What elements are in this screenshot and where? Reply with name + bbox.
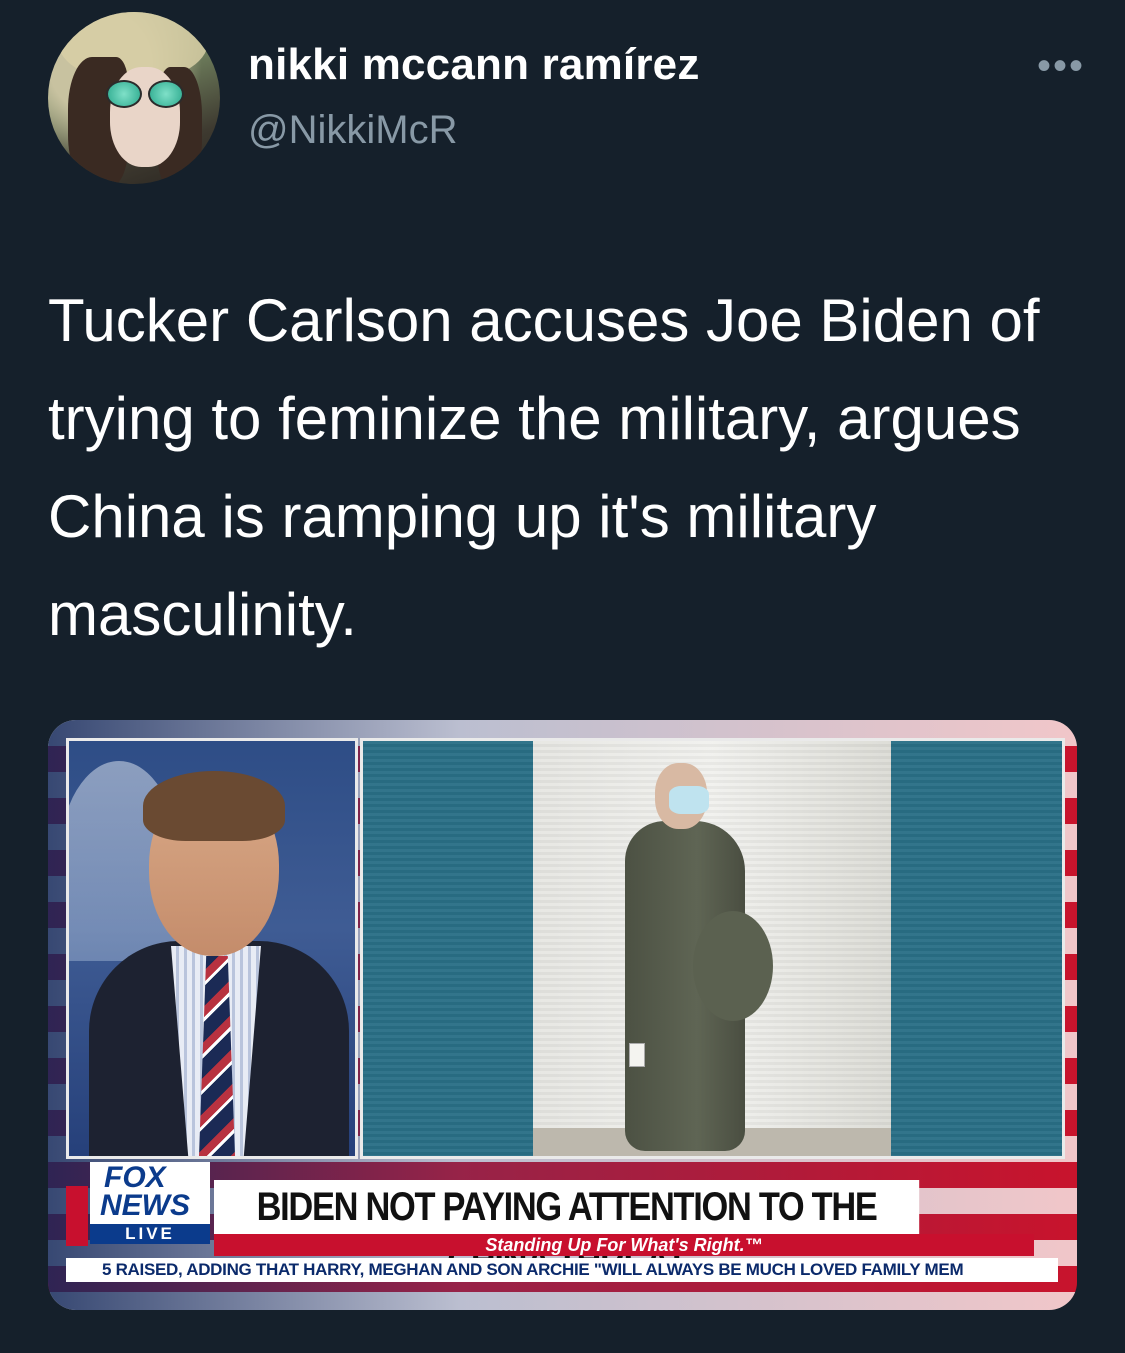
hair-shape [143,771,285,841]
flightsuit-figure [693,911,773,1021]
chyron-headline: BIDEN NOT PAYING ATTENTION TO THE CHINA … [214,1180,920,1283]
avatar[interactable] [48,12,220,184]
face-mask-shape [669,786,709,814]
ellipsis-icon[interactable]: ••• [1037,44,1085,89]
sunglasses-lens [148,80,184,108]
soldier-video-panel [360,738,1065,1159]
news-ticker: 5 RAISED, ADDING THAT HARRY, MEGHAN AND … [66,1258,1058,1282]
logo-line: NEWS [100,1189,190,1222]
author-handle[interactable]: @NikkiMcR [248,108,457,153]
tweet-media-image[interactable]: FOX NEWS LIVE BIDEN NOT PAYING ATTENTION… [48,720,1077,1310]
lower-third: FOX NEWS LIVE BIDEN NOT PAYING ATTENTION… [66,1156,1058,1283]
author-name[interactable]: nikki mccann ramírez [248,40,700,90]
sunglasses-lens [106,80,142,108]
accent-bar [66,1186,88,1246]
anchor-video-panel [66,738,358,1159]
chyron-slogan: Standing Up For What's Right.™ [214,1234,1034,1256]
live-badge: LIVE [90,1224,210,1244]
outlet-shape [629,1043,645,1067]
tweet-text: Tucker Carlson accuses Joe Biden of tryi… [48,287,1040,648]
fox-news-logo: FOX NEWS LIVE [90,1162,210,1244]
